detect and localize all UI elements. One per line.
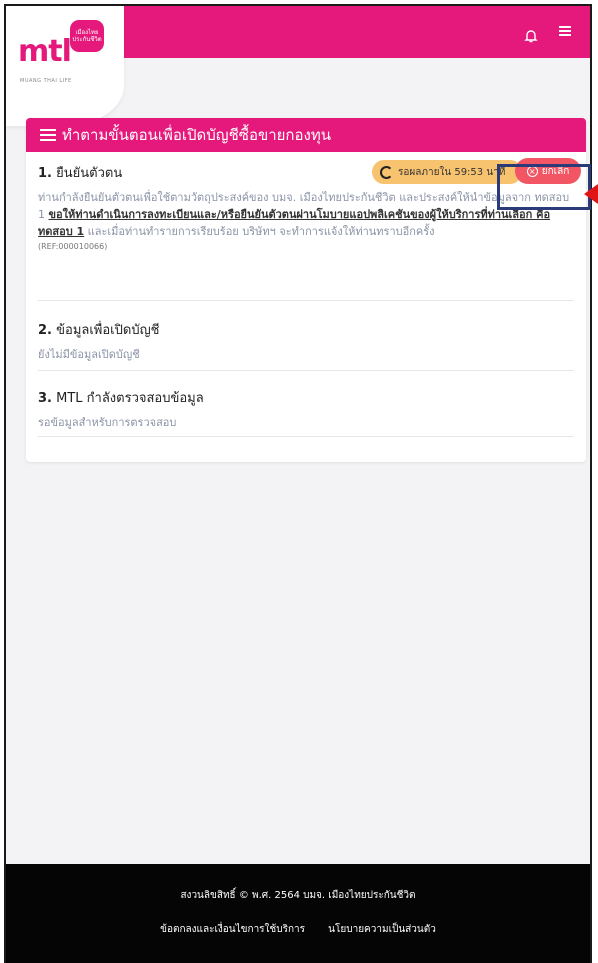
logo-text: mtl: [18, 34, 72, 69]
step-description: ยังไม่มีข้อมูลเปิดบัญชี: [38, 348, 140, 361]
card-header: ทำตามขั้นตอนเพื่อเปิดบัญชีซื้อขายกองทุน: [26, 118, 586, 152]
terms-link[interactable]: ข้อตกลงและเงื่อนไขการใช้บริการ: [160, 924, 305, 935]
bell-icon[interactable]: [524, 28, 538, 43]
step-identity-verification: 1. ยืนยันตัวตน รอผลภายใน 59:53 นาที × ยก…: [38, 152, 581, 301]
reference-number: (REF:000010066): [38, 242, 108, 251]
copyright-text: สงวนลิขสิทธิ์ © พ.ศ. 2564 บมจ. เมืองไทยป…: [180, 890, 416, 901]
app-frame: mtl เมืองไทยประกันชีวิต MUANG THAI LIFE …: [4, 4, 592, 963]
pending-label: รอผลภายใน 59:53 นาที: [398, 166, 506, 178]
step-description: ท่านกำลังยืนยันตัวตนเพื่อใช้ตามวัตถุประส…: [38, 191, 570, 238]
red-arrow-annotation: [584, 184, 598, 204]
highlight-annotation-box: [497, 164, 591, 210]
spinner-icon: [380, 165, 393, 179]
step-mtl-review: 3. MTL กำลังตรวจสอบข้อมูล รอข้อมูลสำหรับ…: [38, 371, 574, 437]
step-description: รอข้อมูลสำหรับการตรวจสอบ: [38, 416, 177, 429]
logo-subtitle: MUANG THAI LIFE: [20, 78, 72, 84]
footer-links: ข้อตกลงและเงื่อนไขการใช้บริการ นโยบายควา…: [6, 922, 590, 937]
footer: สงวนลิขสิทธิ์ © พ.ศ. 2564 บมจ. เมืองไทยป…: [6, 864, 590, 963]
logo-badge: เมืองไทยประกันชีวิต: [70, 20, 104, 52]
card-title: ทำตามขั้นตอนเพื่อเปิดบัญชีซื้อขายกองทุน: [62, 126, 331, 144]
hamburger-menu-icon[interactable]: [559, 26, 571, 36]
list-icon: [40, 129, 56, 141]
logo[interactable]: mtl เมืองไทยประกันชีวิต MUANG THAI LIFE: [6, 6, 124, 126]
step-account-info: 2. ข้อมูลเพื่อเปิดบัญชี ยังไม่มีข้อมูลเป…: [38, 301, 574, 371]
step-title: 3. MTL กำลังตรวจสอบข้อมูล: [38, 391, 204, 406]
step-title: 2. ข้อมูลเพื่อเปิดบัญชี: [38, 323, 160, 338]
privacy-link[interactable]: นโยบายความเป็นส่วนตัว: [328, 924, 436, 935]
